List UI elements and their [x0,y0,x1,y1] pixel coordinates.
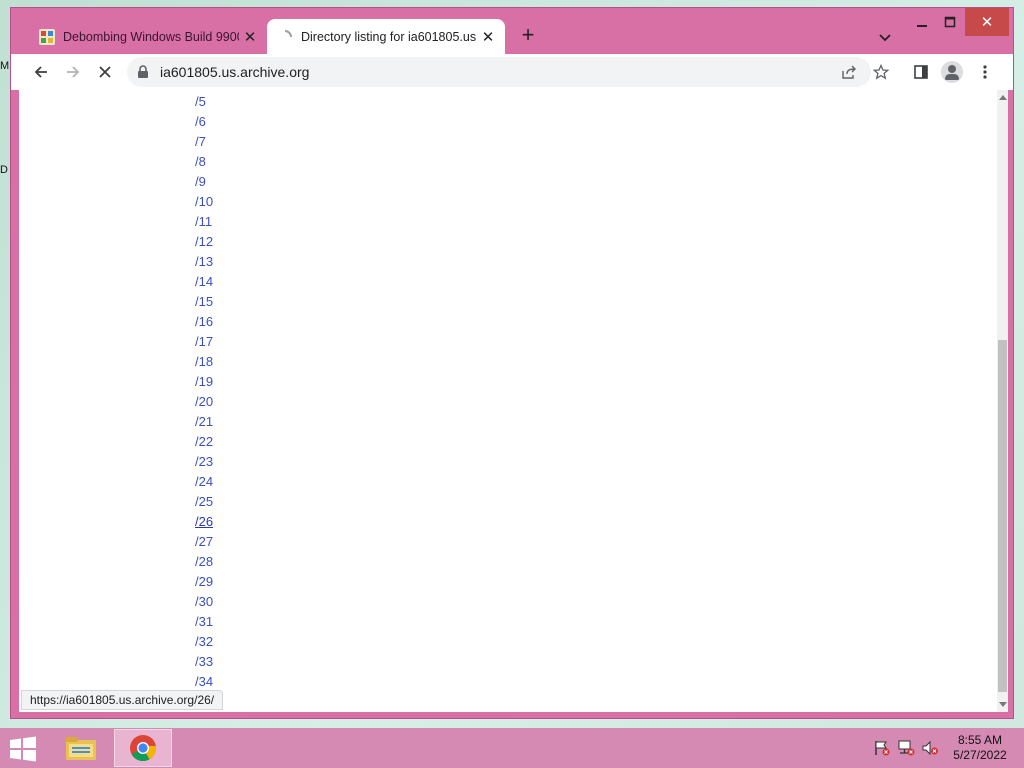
directory-link[interactable]: /30 [195,592,213,612]
directory-link[interactable]: /7 [195,132,213,152]
scrollbar-thumb[interactable] [998,340,1007,692]
directory-link[interactable]: /23 [195,452,213,472]
network-icon[interactable] [897,740,915,756]
directory-link[interactable]: /9 [195,172,213,192]
url-text[interactable]: ia601805.us.archive.org [160,64,309,80]
status-url-bubble: https://ia601805.us.archive.org/26/ [21,690,224,710]
directory-link[interactable]: /14 [195,272,213,292]
bookmark-button[interactable] [867,58,895,86]
directory-link[interactable]: /6 [195,112,213,132]
scroll-down-arrow-icon[interactable] [998,700,1007,710]
tab-title: Directory listing for ia601805.us.archiv… [301,29,477,44]
tab-close-icon[interactable]: ✕ [239,26,261,48]
directory-link[interactable]: /32 [195,632,213,652]
directory-link[interactable]: /34 [195,672,213,692]
page-content: /5/6/7/8/9/10/11/12/13/14/15/16/17/18/19… [19,90,997,712]
directory-link[interactable]: /12 [195,232,213,252]
minimize-button[interactable] [909,8,935,36]
taskbar: 8:55 AM 5/27/2022 [0,728,1024,768]
taskbar-clock[interactable]: 8:55 AM 5/27/2022 [948,733,1012,763]
archive-favicon-icon [39,28,55,45]
maximize-icon [944,16,956,28]
directory-link[interactable]: /27 [195,532,213,552]
tab-close-icon[interactable]: ✕ [477,26,499,48]
directory-link[interactable]: /19 [195,372,213,392]
directory-link[interactable]: /22 [195,432,213,452]
directory-listing: /5/6/7/8/9/10/11/12/13/14/15/16/17/18/19… [195,92,213,692]
tab-debombing[interactable]: Debombing Windows Build 9900 ✕ [29,19,267,54]
maximize-button[interactable] [937,8,963,36]
stop-loading-button[interactable] [91,58,119,86]
star-icon [873,64,889,80]
directory-link[interactable]: /26 [195,512,213,532]
directory-link[interactable]: /10 [195,192,213,212]
tab-strip: Debombing Windows Build 9900 ✕ Directory… [11,8,1013,54]
clock-date: 5/27/2022 [953,748,1007,762]
back-arrow-icon [34,66,47,78]
close-icon: ✕ [980,14,994,31]
directory-link[interactable]: /5 [195,92,213,112]
loading-favicon-icon [284,29,292,37]
directory-link[interactable]: /28 [195,552,213,572]
directory-link[interactable]: /17 [195,332,213,352]
directory-link[interactable]: /8 [195,152,213,172]
profile-avatar-icon[interactable] [941,61,963,83]
directory-link[interactable]: /33 [195,652,213,672]
chrome-icon [130,735,157,762]
tab-directory-listing[interactable]: Directory listing for ia601805.us.archiv… [267,19,505,54]
side-panel-icon [914,65,928,79]
directory-link[interactable]: /13 [195,252,213,272]
directory-link[interactable]: /11 [195,212,213,232]
directory-link[interactable]: /18 [195,352,213,372]
address-bar[interactable]: ia601805.us.archive.org [127,57,871,87]
browser-toolbar: ia601805.us.archive.org [11,54,1013,90]
browser-window: Debombing Windows Build 9900 ✕ Directory… [10,7,1014,719]
directory-link[interactable]: /21 [195,412,213,432]
side-panel-button[interactable] [907,58,935,86]
forward-arrow-icon [67,66,80,78]
forward-button[interactable] [59,58,87,86]
directory-link[interactable]: /31 [195,612,213,632]
share-icon [842,65,856,79]
scroll-up-arrow-icon[interactable] [998,92,1007,102]
action-center-flag-icon[interactable] [873,740,891,756]
directory-link[interactable]: /29 [195,572,213,592]
minimize-icon [917,25,927,27]
directory-link[interactable]: /20 [195,392,213,412]
vertical-scrollbar[interactable] [997,90,1008,712]
new-tab-button[interactable]: + [517,24,539,48]
taskbar-chrome[interactable] [114,729,172,767]
directory-link[interactable]: /16 [195,312,213,332]
desktop-icon-label-d[interactable]: D [0,164,10,176]
file-explorer-icon [66,737,96,760]
clock-time: 8:55 AM [957,733,1003,747]
kebab-menu-icon [983,65,987,79]
taskbar-file-explorer[interactable] [52,729,110,767]
lock-icon[interactable] [137,65,149,79]
tab-search-chevron-icon[interactable] [875,27,895,47]
back-button[interactable] [27,58,55,86]
close-window-button[interactable]: ✕ [965,8,1009,36]
directory-link[interactable]: /25 [195,492,213,512]
directory-link[interactable]: /24 [195,472,213,492]
share-button[interactable] [835,58,863,86]
desktop-icon-label-m[interactable]: M [0,60,10,72]
directory-link[interactable]: /15 [195,292,213,312]
stop-x-icon [99,66,111,78]
windows-start-icon[interactable] [8,736,38,762]
tab-title: Debombing Windows Build 9900 [63,29,239,44]
volume-muted-icon[interactable] [921,740,939,756]
browser-menu-button[interactable] [971,58,999,86]
